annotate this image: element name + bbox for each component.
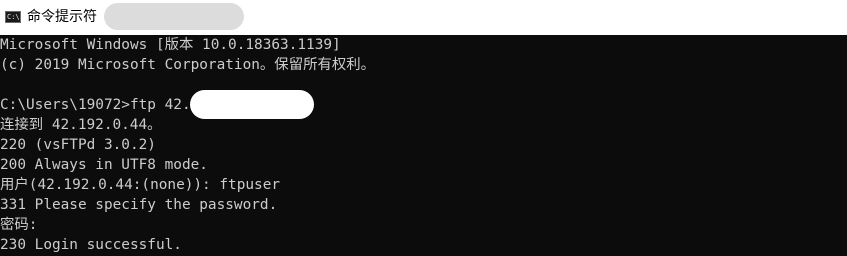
console-line: C:\Users\19072>ftp 42. <box>0 97 191 113</box>
command-redaction-mask <box>190 90 314 119</box>
window-title: 命令提示符 <box>27 9 97 25</box>
console-icon: C:\ <box>5 11 21 23</box>
title-bar[interactable]: C:\ 命令提示符 <box>0 0 847 35</box>
console-line: 用户(42.192.0.44:(none)): ftpuser <box>0 177 281 193</box>
console-line: 连接到 42.192.0.44。 <box>0 117 162 133</box>
console-line: 密码: <box>0 217 38 233</box>
title-redaction-mask <box>104 3 244 30</box>
console-icon-glyph: C:\ <box>7 13 20 21</box>
console-output[interactable]: Microsoft Windows [版本 10.0.18363.1139] (… <box>0 35 847 256</box>
console-line: 230 Login successful. <box>0 237 182 253</box>
console-line: 200 Always in UTF8 mode. <box>0 157 208 173</box>
console-line: 220 (vsFTPd 3.0.2) <box>0 137 156 153</box>
console-line: 331 Please specify the password. <box>0 197 278 213</box>
console-line: Microsoft Windows [版本 10.0.18363.1139] <box>0 37 341 53</box>
command-prompt-window: C:\ 命令提示符 Microsoft Windows [版本 10.0.183… <box>0 0 847 256</box>
console-line: (c) 2019 Microsoft Corporation。保留所有权利。 <box>0 57 376 73</box>
